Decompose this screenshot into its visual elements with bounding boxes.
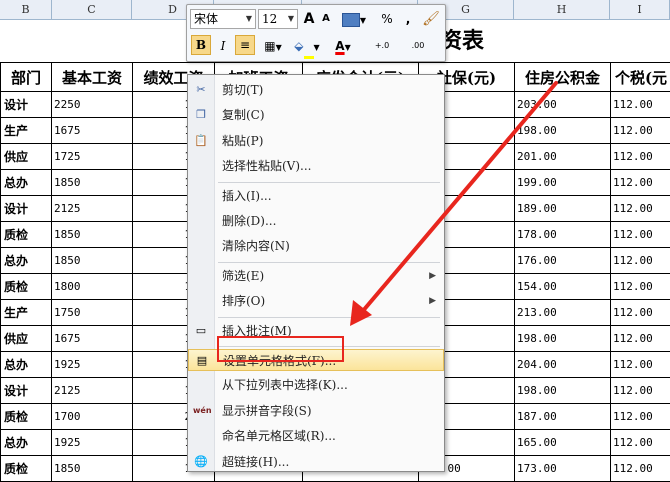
annotation-arrow xyxy=(350,81,558,326)
